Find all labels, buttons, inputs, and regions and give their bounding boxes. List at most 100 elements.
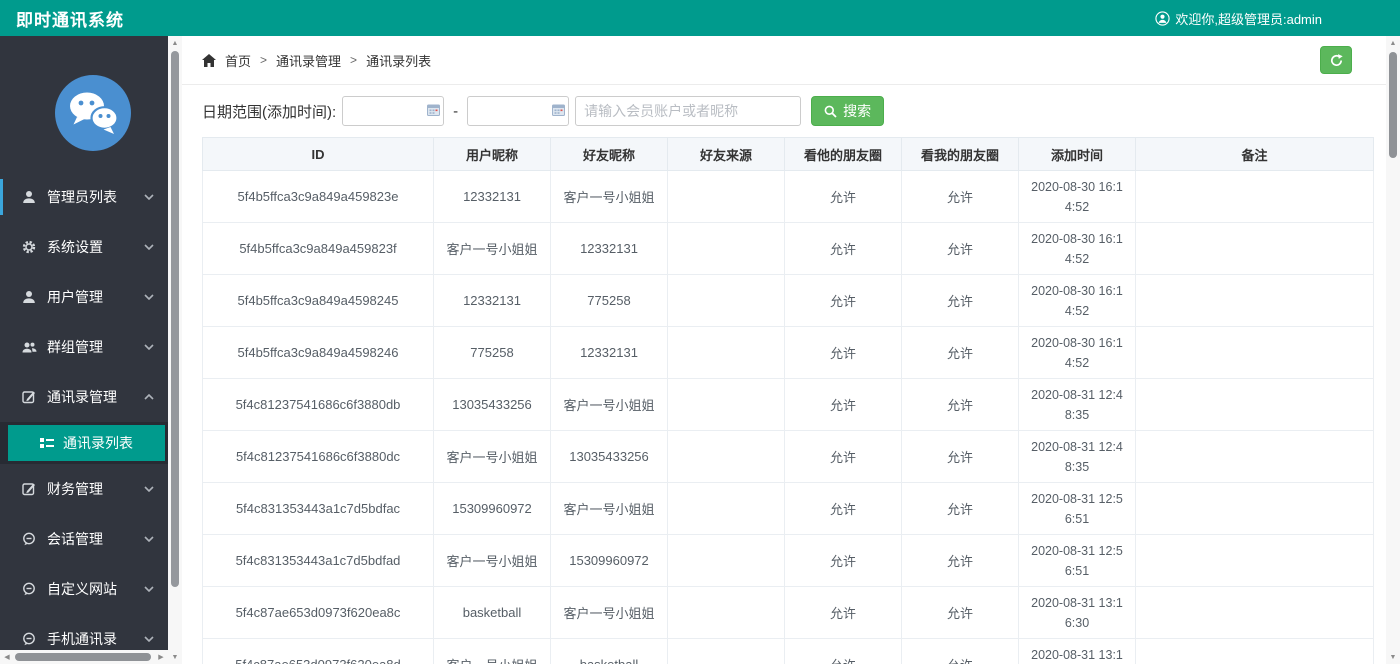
- table-cell: 允许: [785, 223, 902, 275]
- scroll-down-arrow[interactable]: ▼: [168, 650, 182, 664]
- table-cell: 客户一号小姐姐: [434, 535, 551, 587]
- chevron-down-icon: [144, 194, 154, 200]
- table-row: 5f4b5ffca3c9a849a459823e12332131客户一号小姐姐允…: [203, 171, 1374, 223]
- chevron-down-icon: [144, 586, 154, 592]
- table-cell: [1136, 431, 1374, 483]
- table-cell: [1136, 171, 1374, 223]
- sidebar-item-finance-management[interactable]: 财务管理: [0, 464, 168, 514]
- search-button-label: 搜索: [843, 101, 871, 121]
- sidebar-item-contacts-management[interactable]: 通讯录管理: [0, 372, 168, 422]
- table-cell: 2020-08-30 16:14:52: [1019, 223, 1136, 275]
- sidebar-item-phone-contacts[interactable]: 手机通讯录: [0, 614, 168, 650]
- wechat-logo-icon: [67, 90, 119, 136]
- table-cell: [668, 379, 785, 431]
- table-cell: [1136, 587, 1374, 639]
- scroll-up-arrow[interactable]: ▲: [168, 36, 182, 50]
- table-cell: [1136, 223, 1374, 275]
- table-cell: 5f4c81237541686c6f3880db: [203, 379, 434, 431]
- table-cell: basketball: [434, 587, 551, 639]
- table-cell: 12332131: [551, 327, 668, 379]
- top-header-bar: 即时通讯系统 欢迎你,超级管理员:admin: [0, 0, 1400, 36]
- table-cell: 5f4c81237541686c6f3880dc: [203, 431, 434, 483]
- table-cell: 客户一号小姐姐: [551, 483, 668, 535]
- breadcrumb-home[interactable]: 首页: [225, 51, 251, 70]
- table-cell: [668, 639, 785, 664]
- table-cell: 12332131: [434, 275, 551, 327]
- table-cell: 客户一号小姐姐: [434, 639, 551, 664]
- table-cell: basketball: [551, 639, 668, 664]
- table-cell: 客户一号小姐姐: [551, 379, 668, 431]
- sidebar-item-session-management[interactable]: 会话管理: [0, 514, 168, 564]
- table-cell: [1136, 483, 1374, 535]
- sidebar-item-system-settings[interactable]: 系统设置: [0, 222, 168, 272]
- chevron-down-icon: [144, 636, 154, 642]
- table-cell: 允许: [902, 223, 1019, 275]
- table-cell: 允许: [785, 483, 902, 535]
- date-range-label: 日期范围(添加时间):: [202, 101, 336, 122]
- table-cell: 允许: [902, 639, 1019, 664]
- table-cell: 2020-08-31 12:56:51: [1019, 483, 1136, 535]
- table-cell: 5f4c831353443a1c7d5bdfac: [203, 483, 434, 535]
- table-cell: [1136, 535, 1374, 587]
- table-cell: [668, 223, 785, 275]
- sidebar-item-label: 自定义网站: [47, 579, 117, 599]
- scrollbar-thumb[interactable]: [171, 51, 179, 587]
- table-cell: [668, 535, 785, 587]
- calendar-icon[interactable]: [552, 104, 565, 116]
- scroll-left-arrow[interactable]: ◀: [0, 650, 14, 664]
- search-button[interactable]: 搜索: [811, 96, 884, 126]
- comment-icon: [22, 582, 38, 596]
- date-to-field-wrap: [467, 96, 569, 126]
- table-row: 5f4c81237541686c6f3880db13035433256客户一号小…: [203, 379, 1374, 431]
- column-header: 看他的朋友圈: [785, 138, 902, 171]
- table-cell: 允许: [785, 171, 902, 223]
- sidebar-subitem-contacts-list[interactable]: 通讯录列表: [8, 425, 165, 461]
- breadcrumb: 首页 > 通讯录管理 > 通讯录列表: [182, 36, 1386, 85]
- column-header: 好友来源: [668, 138, 785, 171]
- scroll-up-arrow[interactable]: ▲: [1386, 36, 1400, 50]
- sidebar-subitem-label: 通讯录列表: [63, 433, 133, 453]
- sidebar-item-label: 系统设置: [47, 237, 103, 257]
- table-cell: 允许: [902, 431, 1019, 483]
- date-from-field-wrap: [342, 96, 444, 126]
- table-cell: 允许: [785, 639, 902, 664]
- chevron-up-icon: [144, 394, 154, 400]
- keyword-search-input[interactable]: [575, 96, 801, 126]
- table-cell: 允许: [902, 171, 1019, 223]
- scrollbar-thumb[interactable]: [1389, 52, 1397, 158]
- calendar-icon[interactable]: [427, 104, 440, 116]
- table-cell: 5f4c831353443a1c7d5bdfad: [203, 535, 434, 587]
- table-cell: 允许: [785, 379, 902, 431]
- table-cell: [668, 587, 785, 639]
- scrollbar-thumb[interactable]: [15, 653, 151, 661]
- table-cell: 允许: [902, 275, 1019, 327]
- contacts-table-wrap: ID用户昵称好友昵称好友来源看他的朋友圈看我的朋友圈添加时间备注 5f4b5ff…: [202, 137, 1373, 664]
- table-cell: 5f4b5ffca3c9a849a4598246: [203, 327, 434, 379]
- table-cell: 2020-08-31 13:16:30: [1019, 587, 1136, 639]
- table-row: 5f4c87ae653d0973f620ea8cbasketball客户一号小姐…: [203, 587, 1374, 639]
- table-cell: [668, 431, 785, 483]
- scroll-right-arrow[interactable]: ▶: [154, 650, 168, 664]
- table-header-row: ID用户昵称好友昵称好友来源看他的朋友圈看我的朋友圈添加时间备注: [203, 138, 1374, 171]
- chevron-down-icon: [144, 486, 154, 492]
- table-cell: 客户一号小姐姐: [434, 431, 551, 483]
- sidebar-item-user-management[interactable]: 用户管理: [0, 272, 168, 322]
- table-cell: 客户一号小姐姐: [551, 171, 668, 223]
- refresh-button[interactable]: [1320, 46, 1352, 74]
- table-cell: 允许: [785, 587, 902, 639]
- sidebar-item-custom-website[interactable]: 自定义网站: [0, 564, 168, 614]
- sidebar-item-admin-list[interactable]: 管理员列表: [0, 172, 168, 222]
- table-cell: 12332131: [434, 171, 551, 223]
- sidebar-item-group-management[interactable]: 群组管理: [0, 322, 168, 372]
- welcome-user: 欢迎你,超级管理员:admin: [1155, 9, 1322, 28]
- table-row: 5f4b5ffca3c9a849a459824677525812332131允许…: [203, 327, 1374, 379]
- breadcrumb-contacts-management[interactable]: 通讯录管理: [276, 51, 341, 70]
- table-cell: 5f4c87ae653d0973f620ea8d: [203, 639, 434, 664]
- table-cell: 2020-08-31 12:56:51: [1019, 535, 1136, 587]
- sidebar: 管理员列表 系统设置 用户管理 群组管理 通讯录管理 通讯录列表: [0, 36, 168, 650]
- scroll-down-arrow[interactable]: ▼: [1386, 650, 1400, 664]
- welcome-text: 欢迎你,超级管理员:admin: [1175, 9, 1322, 28]
- table-cell: 5f4c87ae653d0973f620ea8c: [203, 587, 434, 639]
- table-cell: 允许: [785, 535, 902, 587]
- main-content: 首页 > 通讯录管理 > 通讯录列表 日期范围(添加时间): - 搜索: [182, 36, 1386, 664]
